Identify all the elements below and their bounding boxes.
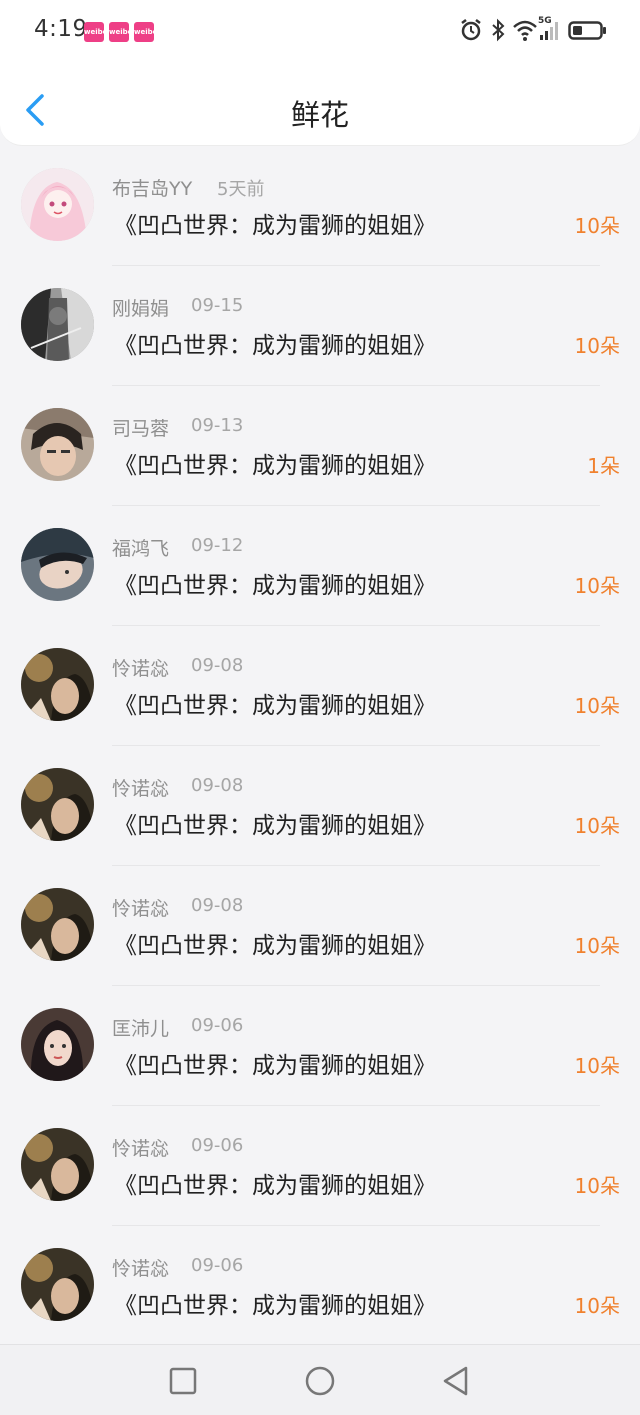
list-item[interactable]: 刚娟娟 09-15 《凹凸世界：成为雷狮的姐姐》 10朵 xyxy=(0,266,640,386)
avatar-image xyxy=(21,168,94,241)
user-name[interactable]: 布吉岛YY xyxy=(112,174,192,201)
signal-icon xyxy=(540,22,558,40)
status-icons: 5G xyxy=(460,16,610,46)
avatar-image xyxy=(21,408,94,481)
system-navigation-bar xyxy=(0,1344,640,1415)
weibo-notification-icon: weibo xyxy=(84,22,107,42)
avatar[interactable] xyxy=(21,1008,94,1081)
recent-apps-icon[interactable] xyxy=(167,1365,199,1397)
user-name[interactable]: 怜诺惢 xyxy=(112,1134,169,1161)
flower-count: 10朵 xyxy=(574,694,620,718)
gift-date: 09-08 xyxy=(191,775,244,796)
list-item[interactable]: 怜诺惢 09-08 《凹凸世界：成为雷狮的姐姐》 10朵 xyxy=(0,626,640,746)
book-title[interactable]: 《凹凸世界：成为雷狮的姐姐》 xyxy=(114,446,436,480)
flower-count: 10朵 xyxy=(574,934,620,958)
page-title: 鲜花 xyxy=(290,98,349,132)
user-name[interactable]: 怜诺惢 xyxy=(112,654,169,681)
list-item[interactable]: 怜诺惢 09-06 《凹凸世界：成为雷狮的姐姐》 10朵 xyxy=(0,1226,640,1344)
gift-date: 09-12 xyxy=(191,535,244,556)
gift-date: 09-08 xyxy=(191,655,244,676)
book-title[interactable]: 《凹凸世界：成为雷狮的姐姐》 xyxy=(114,926,436,960)
flower-count: 10朵 xyxy=(574,1294,620,1318)
back-icon[interactable] xyxy=(440,1365,472,1397)
avatar-image xyxy=(21,1248,94,1321)
flower-count: 10朵 xyxy=(574,814,620,838)
book-title[interactable]: 《凹凸世界：成为雷狮的姐姐》 xyxy=(114,1286,436,1320)
weibo-notification-icon: weibo xyxy=(134,22,157,42)
avatar[interactable] xyxy=(21,1248,94,1321)
list-item[interactable]: 福鸿飞 09-12 《凹凸世界：成为雷狮的姐姐》 10朵 xyxy=(0,506,640,626)
avatar[interactable] xyxy=(21,168,94,241)
battery-icon xyxy=(568,21,606,40)
weibo-notification-icon: weibo xyxy=(109,22,132,42)
avatar-image xyxy=(21,288,94,361)
avatar[interactable] xyxy=(21,408,94,481)
book-title[interactable]: 《凹凸世界：成为雷狮的姐姐》 xyxy=(114,326,436,360)
avatar[interactable] xyxy=(21,1128,94,1201)
gift-date: 09-06 xyxy=(191,1255,244,1276)
gift-date: 5天前 xyxy=(217,179,265,200)
flower-count: 10朵 xyxy=(574,574,620,598)
avatar[interactable] xyxy=(21,648,94,721)
user-name[interactable]: 司马蓉 xyxy=(112,414,169,441)
status-time: 4:19 xyxy=(34,16,88,42)
list-item[interactable]: 怜诺惢 09-06 《凹凸世界：成为雷狮的姐姐》 10朵 xyxy=(0,1106,640,1226)
avatar[interactable] xyxy=(21,768,94,841)
avatar-image xyxy=(21,528,94,601)
book-title[interactable]: 《凹凸世界：成为雷狮的姐姐》 xyxy=(114,206,436,240)
user-name[interactable]: 怜诺惢 xyxy=(112,1254,169,1281)
avatar-image xyxy=(21,1128,94,1201)
flower-count: 1朵 xyxy=(587,454,620,478)
user-name[interactable]: 刚娟娟 xyxy=(112,294,169,321)
flower-count: 10朵 xyxy=(574,334,620,358)
bluetooth-icon xyxy=(492,18,505,42)
list-item[interactable]: 匡沛儿 09-06 《凹凸世界：成为雷狮的姐姐》 10朵 xyxy=(0,986,640,1106)
navigation-bar: 鲜花 xyxy=(0,70,640,146)
avatar[interactable] xyxy=(21,288,94,361)
list-item[interactable]: 怜诺惢 09-08 《凹凸世界：成为雷狮的姐姐》 10朵 xyxy=(0,746,640,866)
gift-date: 09-06 xyxy=(191,1015,244,1036)
list-item[interactable]: 布吉岛YY 5天前 《凹凸世界：成为雷狮的姐姐》 10朵 xyxy=(0,146,640,266)
list-item[interactable]: 司马蓉 09-13 《凹凸世界：成为雷狮的姐姐》 1朵 xyxy=(0,386,640,506)
header: 4:19 weibo weibo weibo 5G 鲜花 xyxy=(0,0,640,146)
book-title[interactable]: 《凹凸世界：成为雷狮的姐姐》 xyxy=(114,1046,436,1080)
gift-date: 09-08 xyxy=(191,895,244,916)
user-name[interactable]: 福鸿飞 xyxy=(112,534,169,561)
user-name[interactable]: 怜诺惢 xyxy=(112,894,169,921)
wifi-icon xyxy=(513,20,537,41)
book-title[interactable]: 《凹凸世界：成为雷狮的姐姐》 xyxy=(114,806,436,840)
home-icon[interactable] xyxy=(304,1365,336,1397)
user-name[interactable]: 匡沛儿 xyxy=(112,1014,169,1041)
book-title[interactable]: 《凹凸世界：成为雷狮的姐姐》 xyxy=(114,566,436,600)
gift-date: 09-15 xyxy=(191,295,244,316)
gift-date: 09-13 xyxy=(191,415,244,436)
avatar-image xyxy=(21,1008,94,1081)
alarm-icon xyxy=(461,19,481,41)
flower-count: 10朵 xyxy=(574,214,620,238)
avatar-image xyxy=(21,648,94,721)
avatar[interactable] xyxy=(21,528,94,601)
book-title[interactable]: 《凹凸世界：成为雷狮的姐姐》 xyxy=(114,686,436,720)
flower-count: 10朵 xyxy=(574,1174,620,1198)
gift-date: 09-06 xyxy=(191,1135,244,1156)
book-title[interactable]: 《凹凸世界：成为雷狮的姐姐》 xyxy=(114,1166,436,1200)
user-name[interactable]: 怜诺惢 xyxy=(112,774,169,801)
flower-list[interactable]: 布吉岛YY 5天前 《凹凸世界：成为雷狮的姐姐》 10朵 刚娟娟 09-15 《… xyxy=(0,146,640,1344)
status-bar: 4:19 weibo weibo weibo 5G xyxy=(0,0,640,64)
avatar-image xyxy=(21,888,94,961)
flower-count: 10朵 xyxy=(574,1054,620,1078)
list-item[interactable]: 怜诺惢 09-08 《凹凸世界：成为雷狮的姐姐》 10朵 xyxy=(0,866,640,986)
avatar[interactable] xyxy=(21,888,94,961)
avatar-image xyxy=(21,768,94,841)
